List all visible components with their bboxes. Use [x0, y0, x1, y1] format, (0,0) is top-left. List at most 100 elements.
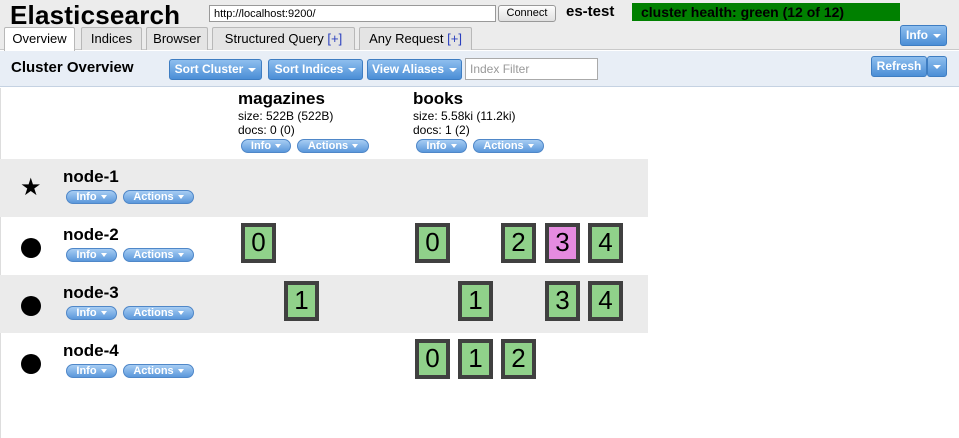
caret-down-icon [352, 144, 359, 149]
index-size: size: 522B (522B) [238, 109, 334, 123]
info-menu-label: Info [906, 28, 928, 42]
sort-indices-label: Sort Indices [274, 62, 344, 76]
node-info-button[interactable]: Info [66, 248, 117, 262]
caret-down-icon [177, 311, 184, 316]
circle-icon [21, 296, 41, 316]
caret-down-icon [933, 33, 941, 38]
shard-books[interactable]: 2 [501, 223, 536, 263]
node-name: node-2 [63, 225, 119, 244]
index-info-button[interactable]: Info [416, 139, 467, 153]
node-actions-button[interactable]: Actions [123, 190, 194, 204]
cluster-name: es-test [566, 3, 615, 20]
node-name: node-3 [63, 283, 119, 302]
tab-plus: [+] [327, 31, 343, 46]
tab-structured-query[interactable]: Structured Query [+] [212, 27, 355, 50]
tab-plus: [+] [447, 31, 462, 46]
sort-cluster-label: Sort Cluster [174, 62, 244, 76]
button-label: Info [76, 307, 97, 319]
node-row: ★ node-1 Info Actions [0, 159, 648, 217]
cluster-health-badge: cluster health: green (12 of 12) [632, 3, 900, 21]
shard-books[interactable]: 3 [545, 281, 580, 321]
index-header-books: books size: 5.58ki (11.2ki) docs: 1 (2) [413, 89, 516, 137]
node-info-button[interactable]: Info [66, 364, 117, 378]
circle-icon [21, 238, 41, 258]
index-size: size: 5.58ki (11.2ki) [413, 109, 516, 123]
cluster-toolbar: Cluster Overview Sort Cluster Sort Indic… [0, 51, 959, 87]
caret-down-icon [933, 65, 941, 69]
button-label: Info [76, 365, 97, 377]
button-label: Info [76, 249, 97, 261]
index-actions-button[interactable]: Actions [297, 139, 369, 153]
index-actions-button[interactable]: Actions [473, 139, 544, 153]
node-row: node-4 Info Actions 0 1 2 [0, 333, 648, 391]
shard-books[interactable]: 4 [588, 281, 623, 321]
tab-label: Any Request [369, 31, 448, 46]
tab-overview[interactable]: Overview [4, 27, 75, 51]
cluster-url-input[interactable] [209, 5, 496, 22]
button-label: Info [250, 140, 272, 152]
index-filter-input[interactable] [465, 58, 598, 80]
node-actions-button[interactable]: Actions [123, 306, 194, 320]
caret-down-icon [100, 195, 107, 200]
tab-indices[interactable]: Indices [81, 27, 142, 50]
shard-books[interactable]: 2 [501, 339, 536, 379]
index-docs: docs: 1 (2) [413, 123, 470, 137]
button-label: Actions [133, 249, 174, 261]
node-info-button[interactable]: Info [66, 190, 117, 204]
app-title: Elasticsearch [10, 0, 181, 30]
node-actions-button[interactable]: Actions [123, 248, 194, 262]
button-label: Actions [133, 191, 174, 203]
shard-books[interactable]: 0 [415, 223, 450, 263]
shard-books[interactable]: 1 [458, 339, 493, 379]
shard-books[interactable]: 4 [588, 223, 623, 263]
index-name: magazines [238, 89, 325, 108]
caret-down-icon [177, 253, 184, 258]
star-icon: ★ [20, 174, 42, 201]
caret-down-icon [248, 67, 257, 72]
node-info-button[interactable]: Info [66, 306, 117, 320]
button-label: Actions [483, 140, 524, 152]
tab-label: Indices [90, 31, 133, 46]
view-aliases-label: View Aliases [371, 62, 445, 76]
refresh-button[interactable]: Refresh [871, 56, 927, 77]
shard-magazines[interactable]: 1 [284, 281, 319, 321]
caret-down-icon [100, 253, 107, 258]
refresh-options-button[interactable] [927, 56, 947, 77]
connect-button[interactable]: Connect [498, 5, 556, 22]
button-label: Actions [307, 140, 349, 152]
shard-magazines[interactable]: 0 [241, 223, 276, 263]
caret-down-icon [177, 369, 184, 374]
button-label: Actions [133, 365, 174, 377]
tab-label: Browser [153, 31, 201, 46]
shard-books-relocating[interactable]: 3 [545, 223, 580, 263]
caret-down-icon [275, 144, 282, 149]
node-actions-button[interactable]: Actions [123, 364, 194, 378]
node-row: node-3 Info Actions 1 1 3 4 [0, 275, 648, 333]
node-row: node-2 Info Actions 0 0 2 3 4 [0, 217, 648, 275]
view-aliases-button[interactable]: View Aliases [367, 59, 462, 80]
button-label: Info [426, 140, 447, 152]
header: Elasticsearch Connect es-test cluster he… [0, 0, 959, 51]
caret-down-icon [527, 144, 534, 149]
index-header-magazines: magazines size: 522B (522B) docs: 0 (0) [238, 89, 333, 137]
sort-cluster-button[interactable]: Sort Cluster [169, 59, 262, 80]
shard-books[interactable]: 0 [415, 339, 450, 379]
caret-down-icon [450, 144, 457, 149]
index-docs: docs: 0 (0) [238, 123, 295, 137]
sort-indices-button[interactable]: Sort Indices [268, 59, 363, 80]
page-title: Cluster Overview [11, 59, 134, 76]
circle-icon [21, 354, 41, 374]
index-name: books [413, 89, 464, 108]
tab-browser[interactable]: Browser [146, 27, 208, 50]
caret-down-icon [348, 67, 357, 72]
shard-books[interactable]: 1 [458, 281, 493, 321]
node-name: node-1 [63, 167, 119, 186]
caret-down-icon [100, 311, 107, 316]
caret-down-icon [177, 195, 184, 200]
info-menu-button[interactable]: Info [900, 25, 947, 46]
node-name: node-4 [63, 341, 119, 360]
caret-down-icon [100, 369, 107, 374]
caret-down-icon [449, 67, 458, 72]
tab-any-request[interactable]: Any Request [+] [359, 27, 472, 50]
index-info-button[interactable]: Info [241, 139, 291, 153]
